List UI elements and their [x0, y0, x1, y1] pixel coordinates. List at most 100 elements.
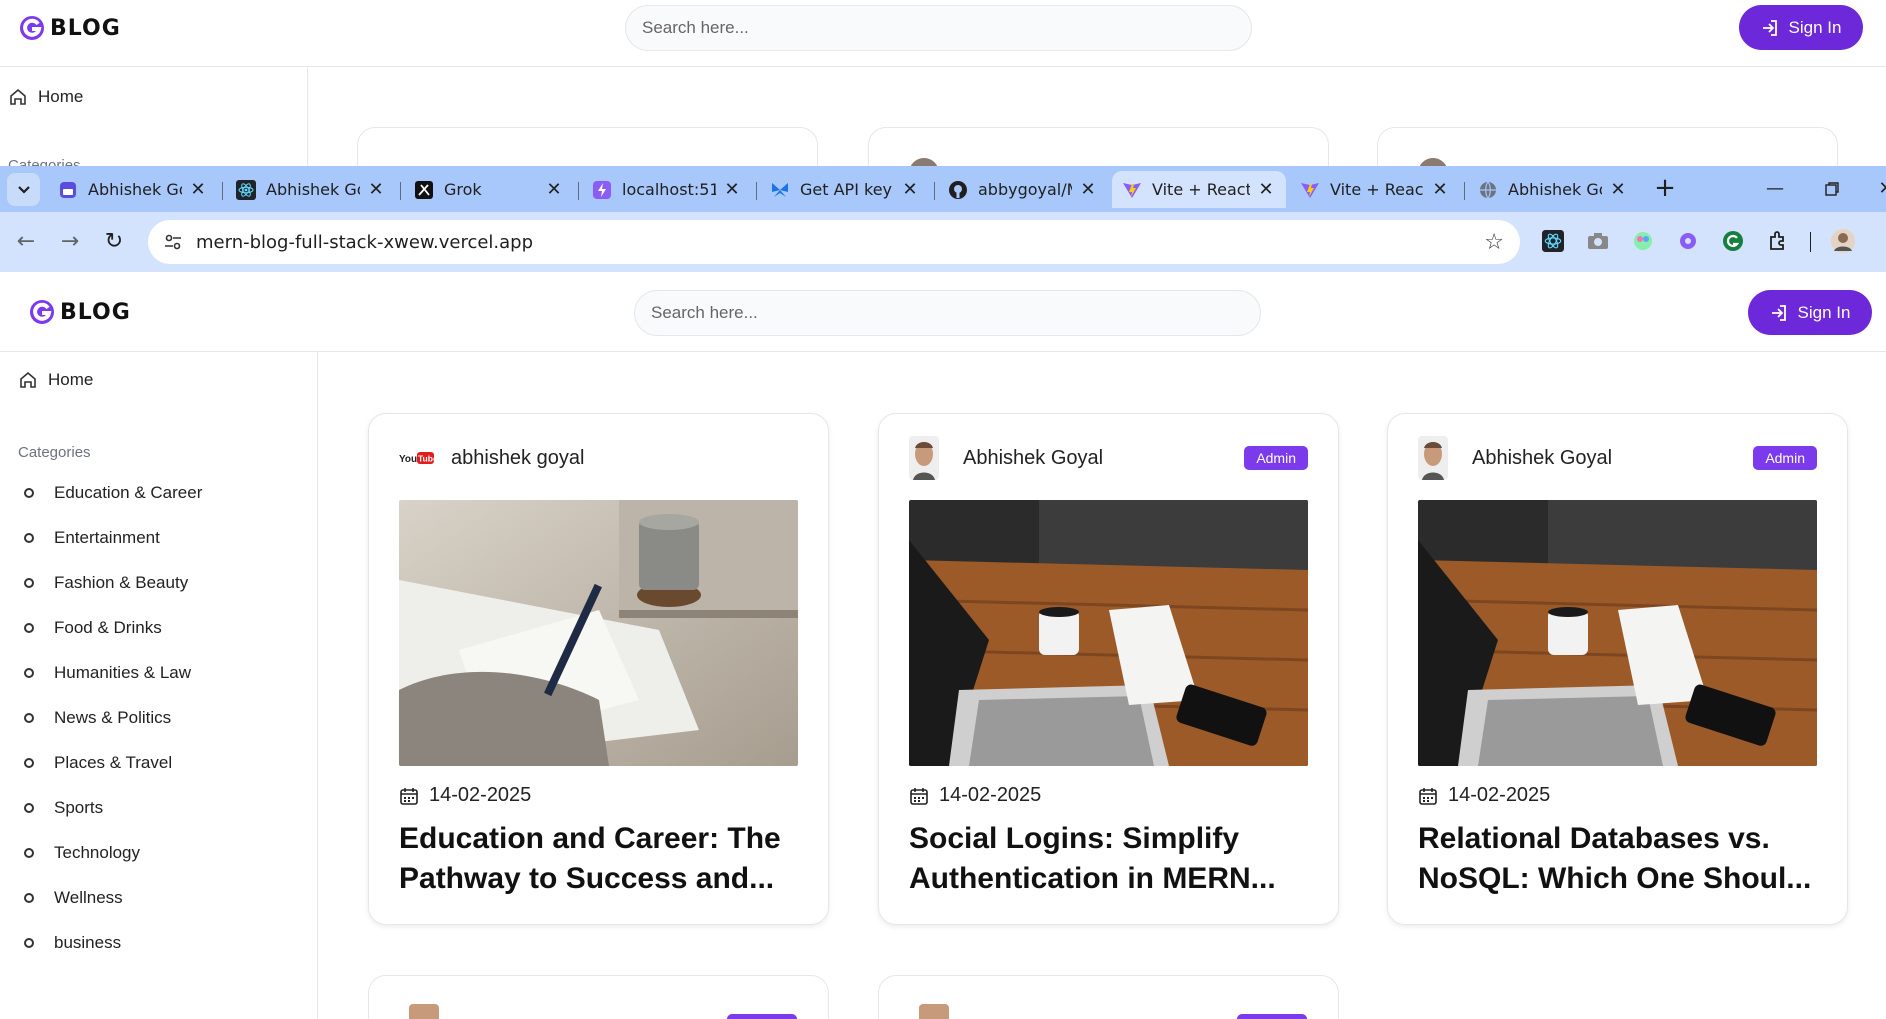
sidebar-item-category[interactable]: Fashion & Beauty	[18, 560, 202, 605]
login-icon	[1762, 19, 1777, 36]
tab-title: Grok	[444, 180, 482, 199]
avatar	[1418, 436, 1448, 480]
tab-6[interactable]: abbygoyal/MERN ✕	[938, 171, 1108, 208]
tab-title: Abhishek Goyal	[1508, 180, 1602, 199]
close-icon[interactable]: ✕	[1608, 179, 1628, 200]
sidebar-item-category[interactable]: Education & Career	[18, 470, 202, 515]
tab-4[interactable]: localhost:5173 ✕	[582, 171, 752, 208]
circle-icon	[24, 532, 34, 543]
post-card-partial[interactable]	[368, 975, 829, 1019]
background-page: BLOG Sign In Home Categories	[0, 0, 1886, 168]
circle-icon	[24, 622, 34, 633]
back-arrow-icon[interactable]: ←	[10, 226, 42, 258]
background-home-link[interactable]: Home	[8, 87, 83, 107]
bookmark-star-icon[interactable]: ☆	[1484, 230, 1504, 255]
logo-g-icon	[20, 16, 44, 40]
camera-extension-icon[interactable]	[1585, 228, 1611, 254]
svg-text:You: You	[399, 454, 417, 465]
post-author-row: Abhishek Goyal Admin	[1418, 436, 1817, 480]
sidebar-item-category[interactable]: business	[18, 920, 202, 965]
minimize-icon[interactable]: —	[1755, 174, 1795, 204]
tab-7-active[interactable]: Vite + React ✕	[1112, 171, 1286, 208]
sidebar-item-category[interactable]: Places & Travel	[18, 740, 202, 785]
react-devtools-extension-icon[interactable]	[1540, 228, 1566, 254]
grammarly-extension-icon[interactable]	[1720, 228, 1746, 254]
sidebar-item-home[interactable]: Home	[18, 370, 93, 390]
tab-9[interactable]: Abhishek Goyal ✕	[1468, 171, 1638, 208]
post-card[interactable]: Abhishek Goyal Admin	[878, 413, 1339, 925]
sidebar-item-category[interactable]: Technology	[18, 830, 202, 875]
close-icon[interactable]: ✕	[722, 179, 742, 200]
tab-1[interactable]: Abhishek Goyal ✕	[48, 171, 218, 208]
post-card[interactable]: Abhishek Goyal Admin	[1387, 413, 1848, 925]
post-thumbnail[interactable]	[1418, 500, 1817, 766]
tab-5[interactable]: Get API key | ✕	[760, 171, 930, 208]
sidebar-item-category[interactable]: News & Politics	[18, 695, 202, 740]
profile-avatar[interactable]	[1830, 228, 1856, 254]
sidebar-item-category[interactable]: Entertainment	[18, 515, 202, 560]
background-signin-button[interactable]: Sign In	[1739, 5, 1863, 50]
site-settings-icon[interactable]	[162, 231, 184, 253]
tab-2[interactable]: Abhishek Goyal ✕	[226, 171, 396, 208]
background-search-input[interactable]	[625, 5, 1252, 51]
color-picker-extension-icon[interactable]	[1630, 228, 1656, 254]
blog-favicon-icon	[58, 180, 78, 200]
tab-divider	[1464, 182, 1465, 200]
background-logo[interactable]: BLOG	[18, 14, 121, 42]
close-icon[interactable]: ✕	[1430, 179, 1450, 200]
post-thumbnail[interactable]	[909, 500, 1308, 766]
gear-extension-icon[interactable]	[1675, 228, 1701, 254]
post-thumbnail[interactable]	[399, 500, 798, 766]
puzzle-extensions-icon[interactable]	[1765, 228, 1791, 254]
close-icon[interactable]: ✕	[366, 179, 386, 200]
tab-divider	[934, 182, 935, 200]
address-bar[interactable]: mern-blog-full-stack-xwew.vercel.app ☆	[148, 220, 1520, 264]
post-card-partial[interactable]	[878, 975, 1339, 1019]
background-card	[868, 127, 1329, 168]
category-label: Fashion & Beauty	[54, 572, 189, 592]
circle-icon	[24, 757, 34, 768]
circle-icon	[24, 847, 34, 858]
tab-title: Abhishek Goyal	[266, 180, 360, 199]
category-label: business	[54, 932, 122, 952]
globe-favicon-icon	[1478, 180, 1498, 200]
screen: BLOG Sign In Home Categories	[0, 0, 1886, 1019]
close-icon[interactable]: ✕	[544, 179, 564, 200]
post-author[interactable]: Abhishek Goyal	[1472, 447, 1753, 470]
post-title[interactable]: Relational Databases vs. NoSQL: Which On…	[1418, 819, 1828, 901]
sidebar-item-category[interactable]: Sports	[18, 785, 202, 830]
circle-icon	[24, 892, 34, 903]
post-author[interactable]: abhishek goyal	[451, 447, 798, 470]
close-icon[interactable]: ✕	[188, 179, 208, 200]
close-icon[interactable]: ✕	[1256, 179, 1276, 200]
site-logo[interactable]: BLOG	[28, 298, 131, 326]
tab-3[interactable]: Grok ✕	[404, 171, 574, 208]
post-card[interactable]: YouTube abhishek goyal	[368, 413, 829, 925]
tab-title: Vite + React	[1152, 180, 1250, 199]
restore-icon[interactable]	[1812, 174, 1852, 204]
tab-title: Abhishek Goyal	[88, 180, 182, 199]
post-title[interactable]: Social Logins: Simplify Authentication i…	[909, 819, 1319, 901]
sidebar-item-category[interactable]: Humanities & Law	[18, 650, 202, 695]
vite-favicon-icon	[1122, 180, 1142, 200]
search-input[interactable]	[634, 290, 1261, 336]
avatar	[409, 1004, 439, 1019]
new-tab-plus-icon[interactable]: +	[1650, 174, 1680, 204]
tab-search-button[interactable]	[7, 173, 40, 206]
sidebar-item-category[interactable]: Food & Drinks	[18, 605, 202, 650]
butterfly-favicon-icon	[770, 180, 790, 200]
signin-button[interactable]: Sign In	[1748, 290, 1872, 335]
tab-divider	[222, 182, 223, 200]
admin-badge: Admin	[1753, 446, 1817, 470]
tab-8[interactable]: Vite + React ✕	[1290, 171, 1460, 208]
close-icon[interactable]: ✕	[900, 179, 920, 200]
sidebar-item-category[interactable]: Wellness	[18, 875, 202, 920]
reload-icon[interactable]: ↻	[98, 226, 130, 258]
post-title[interactable]: Education and Career: The Pathway to Suc…	[399, 819, 809, 901]
close-icon[interactable]: ✕	[1078, 179, 1098, 200]
close-window-icon[interactable]: ✕	[1866, 174, 1886, 204]
vite-favicon-icon	[1300, 180, 1320, 200]
chevron-down-icon	[17, 185, 30, 194]
post-author[interactable]: Abhishek Goyal	[963, 447, 1244, 470]
forward-arrow-icon[interactable]: →	[54, 226, 86, 258]
